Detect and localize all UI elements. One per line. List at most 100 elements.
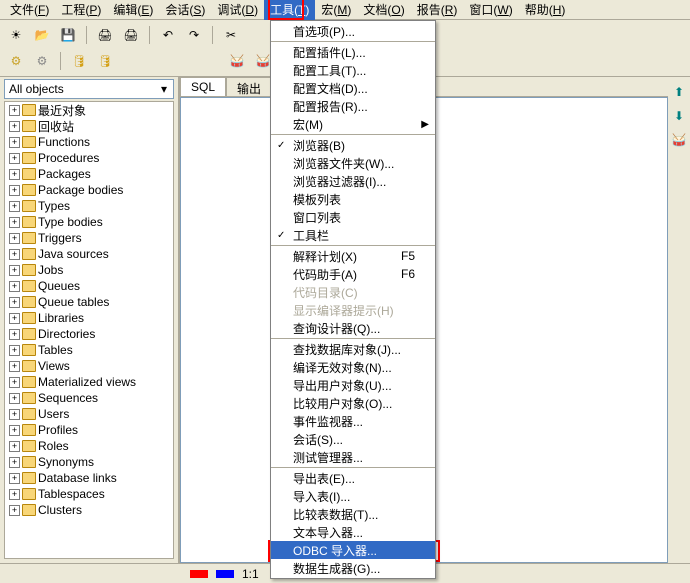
db1-icon[interactable]: 🛢	[69, 51, 89, 71]
tree-item[interactable]: +Clusters	[5, 502, 173, 518]
expand-icon[interactable]: +	[9, 281, 20, 292]
tree-item[interactable]: +Tablespaces	[5, 486, 173, 502]
expand-icon[interactable]: +	[9, 505, 20, 516]
tree-item[interactable]: +Functions	[5, 134, 173, 150]
menu-item[interactable]: 配置文档(D)...	[271, 79, 435, 97]
menu-item[interactable]: 配置工具(T)...	[271, 61, 435, 79]
expand-icon[interactable]: +	[9, 313, 20, 324]
tab-output[interactable]: 输出	[226, 77, 272, 96]
undo-icon[interactable]: ↶	[158, 25, 178, 45]
tree-item[interactable]: +Profiles	[5, 422, 173, 438]
menu-item[interactable]: 浏览器文件夹(W)...	[271, 154, 435, 172]
menu-item[interactable]: ✓浏览器(B)	[271, 136, 435, 154]
menu-o[interactable]: 文档(O)	[357, 0, 410, 20]
menu-item[interactable]: 模板列表	[271, 190, 435, 208]
tree-item[interactable]: +Types	[5, 198, 173, 214]
tree-item[interactable]: +Libraries	[5, 310, 173, 326]
menu-item[interactable]: 数据生成器(G)...	[271, 559, 435, 577]
expand-icon[interactable]: +	[9, 105, 20, 116]
expand-icon[interactable]: +	[9, 233, 20, 244]
menu-r[interactable]: 报告(R)	[411, 0, 464, 20]
tree-item[interactable]: +Database links	[5, 470, 173, 486]
object-tree[interactable]: +最近对象+回收站+Functions+Procedures+Packages+…	[4, 101, 174, 559]
expand-icon[interactable]: +	[9, 329, 20, 340]
menu-item[interactable]: 浏览器过滤器(I)...	[271, 172, 435, 190]
menu-item[interactable]: 文本导入器...	[271, 523, 435, 541]
menu-item[interactable]: ✓工具栏	[271, 226, 435, 244]
db2-icon[interactable]: 🛢	[95, 51, 115, 71]
tree-item[interactable]: +Directories	[5, 326, 173, 342]
tab-sql[interactable]: SQL	[180, 77, 226, 96]
expand-icon[interactable]: +	[9, 345, 20, 356]
menu-d[interactable]: 调试(D)	[211, 0, 264, 20]
drum1-icon[interactable]: 🥁	[227, 51, 247, 71]
execute-icon[interactable]: ⚙	[6, 51, 26, 71]
chevron-down-icon[interactable]: ▾	[157, 82, 171, 96]
expand-icon[interactable]: +	[9, 185, 20, 196]
menu-m[interactable]: 宏(M)	[315, 0, 357, 20]
menu-item[interactable]: 配置插件(L)...	[271, 43, 435, 61]
menu-item[interactable]: 导出表(E)...	[271, 469, 435, 487]
menu-item[interactable]: 查询设计器(Q)...	[271, 319, 435, 337]
new-icon[interactable]: ☀	[6, 25, 26, 45]
expand-icon[interactable]: +	[9, 201, 20, 212]
tree-item[interactable]: +Triggers	[5, 230, 173, 246]
menu-item[interactable]: 解释计划(X)F5	[271, 247, 435, 265]
menu-h[interactable]: 帮助(H)	[519, 0, 572, 20]
expand-icon[interactable]: +	[9, 249, 20, 260]
tree-item[interactable]: +Procedures	[5, 150, 173, 166]
object-filter[interactable]: ▾	[4, 79, 174, 99]
tree-item[interactable]: +Queue tables	[5, 294, 173, 310]
tree-item[interactable]: +Jobs	[5, 262, 173, 278]
tree-item[interactable]: +Materialized views	[5, 374, 173, 390]
expand-icon[interactable]: +	[9, 137, 20, 148]
tree-item[interactable]: +Users	[5, 406, 173, 422]
tree-item[interactable]: +Tables	[5, 342, 173, 358]
tree-item[interactable]: +Queues	[5, 278, 173, 294]
tree-item[interactable]: +Sequences	[5, 390, 173, 406]
tree-item[interactable]: +Views	[5, 358, 173, 374]
menu-item[interactable]: 首选项(P)...	[271, 22, 435, 40]
bookmark-up-icon[interactable]: ⬆	[674, 85, 684, 99]
expand-icon[interactable]: +	[9, 441, 20, 452]
expand-icon[interactable]: +	[9, 297, 20, 308]
expand-icon[interactable]: +	[9, 217, 20, 228]
open-icon[interactable]: 📂	[32, 25, 52, 45]
menu-item[interactable]: 导入表(I)...	[271, 487, 435, 505]
tree-item[interactable]: +Synonyms	[5, 454, 173, 470]
bookmark-down-icon[interactable]: ⬇	[674, 109, 684, 123]
print-icon[interactable]: 🖨	[95, 25, 115, 45]
menu-item[interactable]: 导出用户对象(U)...	[271, 376, 435, 394]
tree-item[interactable]: +最近对象	[5, 102, 173, 118]
tree-item[interactable]: +Roles	[5, 438, 173, 454]
expand-icon[interactable]: +	[9, 361, 20, 372]
menu-item[interactable]: 查找数据库对象(J)...	[271, 340, 435, 358]
menu-item[interactable]: 窗口列表	[271, 208, 435, 226]
tree-item[interactable]: +Type bodies	[5, 214, 173, 230]
stop-icon[interactable]: ⚙	[32, 51, 52, 71]
tree-item[interactable]: +Package bodies	[5, 182, 173, 198]
expand-icon[interactable]: +	[9, 425, 20, 436]
cut-icon[interactable]: ✂	[221, 25, 241, 45]
menu-f[interactable]: 文件(F)	[4, 0, 55, 20]
filter-input[interactable]	[5, 82, 157, 96]
expand-icon[interactable]: +	[9, 265, 20, 276]
menu-w[interactable]: 窗口(W)	[463, 0, 518, 20]
expand-icon[interactable]: +	[9, 153, 20, 164]
tree-item[interactable]: +回收站	[5, 118, 173, 134]
tree-item[interactable]: +Java sources	[5, 246, 173, 262]
expand-icon[interactable]: +	[9, 377, 20, 388]
menu-item[interactable]: 比较表数据(T)...	[271, 505, 435, 523]
menu-item[interactable]: 比较用户对象(O)...	[271, 394, 435, 412]
save-icon[interactable]: 💾	[58, 25, 78, 45]
menu-p[interactable]: 工程(P)	[55, 0, 107, 20]
menu-e[interactable]: 编辑(E)	[107, 0, 159, 20]
menu-t[interactable]: 工具(T)	[264, 0, 315, 20]
redo-icon[interactable]: ↷	[184, 25, 204, 45]
expand-icon[interactable]: +	[9, 489, 20, 500]
tree-item[interactable]: +Packages	[5, 166, 173, 182]
menu-item[interactable]: ODBC 导入器...	[271, 541, 435, 559]
menu-s[interactable]: 会话(S)	[159, 0, 211, 20]
menu-item[interactable]: 配置报告(R)...	[271, 97, 435, 115]
drum-icon[interactable]: 🥁	[672, 133, 687, 147]
